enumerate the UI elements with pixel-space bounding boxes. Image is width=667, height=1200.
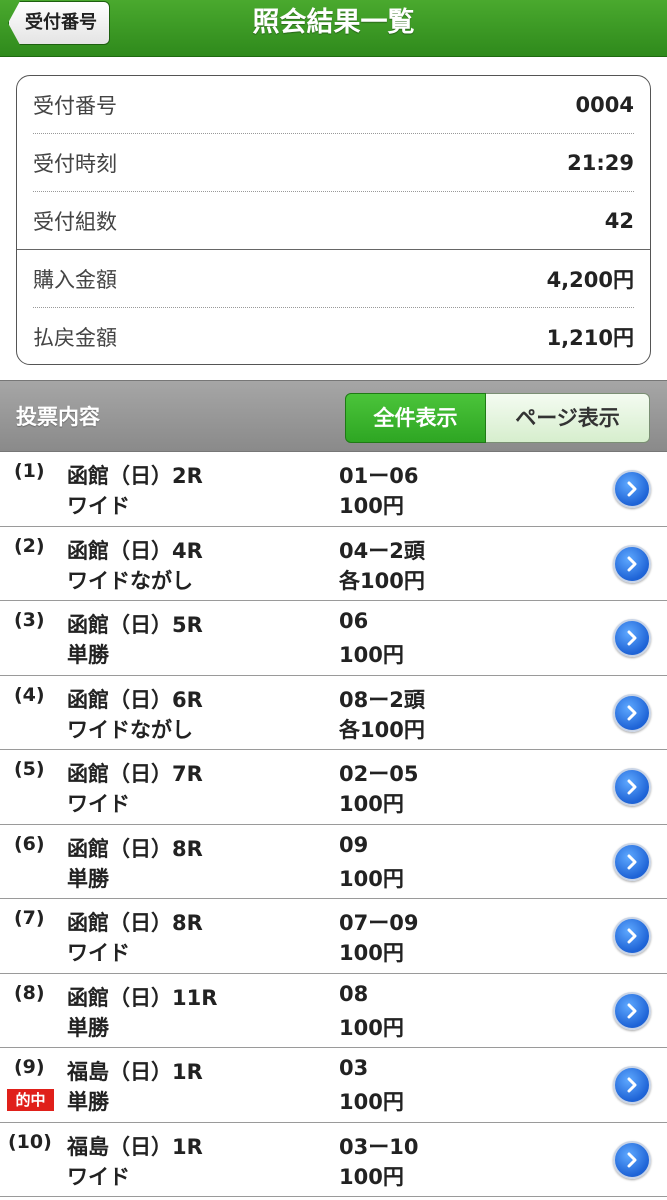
item-combination: 07ー09 (339, 911, 419, 935)
app-header: 照会結果一覧 受付番号 (0, 0, 667, 57)
item-bet-type: ワイド (67, 494, 130, 518)
chevron-right-icon[interactable] (613, 768, 651, 806)
list-item[interactable]: (3) 函館（日）5R 単勝 06 100円 (0, 601, 667, 676)
item-amount: 100円 (339, 1164, 404, 1189)
item-combination: 03 (339, 1056, 369, 1080)
item-amount: 100円 (339, 643, 404, 667)
item-number: (9) (14, 1056, 45, 1078)
item-bet-type: 単勝 (67, 643, 109, 667)
item-race: 函館（日）11R (67, 985, 218, 1010)
item-combination: 03ー10 (339, 1134, 419, 1159)
chevron-right-icon[interactable] (613, 470, 651, 508)
summary-value: 21:29 (567, 151, 634, 175)
hit-badge: 的中 (7, 1089, 54, 1111)
item-number: (7) (14, 907, 45, 929)
list-item[interactable]: (8) 函館（日）11R 単勝 08 100円 (0, 973, 667, 1048)
summary-panel: 受付番号 0004 受付時刻 21:29 受付組数 42 購入金額 4,200円… (16, 75, 651, 365)
list-item[interactable]: (7) 函館（日）8R ワイド 07ー09 100円 (0, 899, 667, 974)
item-combination: 04ー2頭 (339, 538, 425, 563)
item-bet-type: 単勝 (67, 1090, 109, 1114)
back-button[interactable]: 受付番号 (8, 1, 110, 45)
summary-label: 受付組数 (33, 210, 117, 234)
item-amount: 100円 (339, 866, 404, 891)
item-number: (8) (14, 981, 45, 1004)
summary-label: 払戻金額 (33, 326, 117, 350)
item-combination: 08 (339, 981, 369, 1006)
summary-row-receipt-number: 受付番号 0004 (33, 76, 634, 134)
chevron-right-icon[interactable] (613, 693, 651, 732)
item-combination: 06 (339, 609, 369, 633)
bet-list: (1) 函館（日）2R ワイド 01ー06 100円 (2) 函館（日）4R ワ… (0, 452, 667, 1197)
item-bet-type: ワイドながし (67, 717, 193, 742)
show-all-button[interactable]: 全件表示 (345, 393, 486, 443)
item-bet-type: 単勝 (67, 866, 109, 891)
item-number: (3) (14, 609, 45, 631)
item-number: (4) (14, 683, 45, 706)
item-combination: 02ー05 (339, 762, 419, 786)
item-combination: 08ー2頭 (339, 687, 425, 712)
list-item[interactable]: (2) 函館（日）4R ワイドながし 04ー2頭 各100円 (0, 526, 667, 601)
summary-label: 購入金額 (33, 268, 117, 292)
item-bet-type: 単勝 (67, 1015, 109, 1040)
item-race: 函館（日）7R (67, 762, 203, 786)
chevron-right-icon[interactable] (613, 842, 651, 881)
item-race: 福島（日）1R (67, 1060, 203, 1084)
item-bet-type: ワイド (67, 1164, 130, 1189)
list-item[interactable]: (9) 的中 福島（日）1R 単勝 03 100円 (0, 1048, 667, 1123)
item-race: 函館（日）8R (67, 911, 203, 935)
summary-value: 1,210円 (546, 326, 634, 350)
item-combination: 09 (339, 832, 369, 857)
section-title: 投票内容 (16, 405, 100, 429)
item-amount: 各100円 (339, 717, 425, 742)
summary-row-receipt-time: 受付時刻 21:29 (33, 134, 634, 192)
item-race: 函館（日）8R (67, 836, 203, 861)
section-bar: 投票内容 全件表示 ページ表示 (0, 380, 667, 452)
list-item[interactable]: (1) 函館（日）2R ワイド 01ー06 100円 (0, 452, 667, 527)
summary-row-payout-amount: 払戻金額 1,210円 (33, 308, 634, 366)
summary-value: 0004 (575, 93, 634, 117)
chevron-right-icon[interactable] (613, 1066, 651, 1104)
chevron-right-icon[interactable] (613, 917, 651, 955)
list-item[interactable]: (6) 函館（日）8R 単勝 09 100円 (0, 824, 667, 899)
summary-value: 42 (604, 209, 634, 233)
summary-row-set-count: 受付組数 42 (33, 192, 634, 250)
item-combination: 01ー06 (339, 464, 419, 488)
item-race: 函館（日）5R (67, 613, 203, 637)
item-race: 函館（日）4R (67, 538, 203, 563)
item-amount: 100円 (339, 494, 404, 518)
item-number: (6) (14, 832, 45, 855)
item-number: (5) (14, 758, 45, 780)
item-race: 函館（日）6R (67, 687, 203, 712)
summary-value: 4,200円 (546, 268, 634, 292)
item-bet-type: ワイドながし (67, 568, 193, 593)
item-amount: 各100円 (339, 568, 425, 593)
chevron-right-icon[interactable] (613, 991, 651, 1030)
item-race: 函館（日）2R (67, 464, 203, 488)
item-bet-type: ワイド (67, 792, 130, 816)
list-item[interactable]: (5) 函館（日）7R ワイド 02ー05 100円 (0, 750, 667, 825)
item-amount: 100円 (339, 1090, 404, 1114)
item-number: (2) (14, 534, 45, 557)
page-view-button[interactable]: ページ表示 (486, 393, 650, 443)
item-amount: 100円 (339, 792, 404, 816)
list-item[interactable]: (4) 函館（日）6R ワイドながし 08ー2頭 各100円 (0, 675, 667, 750)
item-amount: 100円 (339, 941, 404, 965)
item-bet-type: ワイド (67, 941, 130, 965)
summary-row-purchase-amount: 購入金額 4,200円 (33, 250, 634, 308)
item-number: (10) (8, 1130, 52, 1153)
item-number: (1) (14, 460, 45, 482)
chevron-right-icon[interactable] (613, 544, 651, 583)
item-amount: 100円 (339, 1015, 404, 1040)
summary-label: 受付番号 (33, 94, 117, 118)
chevron-right-icon[interactable] (613, 1140, 651, 1179)
chevron-right-icon[interactable] (613, 619, 651, 657)
summary-label: 受付時刻 (33, 152, 117, 176)
item-race: 福島（日）1R (67, 1134, 203, 1159)
list-item[interactable]: (10) 福島（日）1R ワイド 03ー10 100円 (0, 1122, 667, 1197)
